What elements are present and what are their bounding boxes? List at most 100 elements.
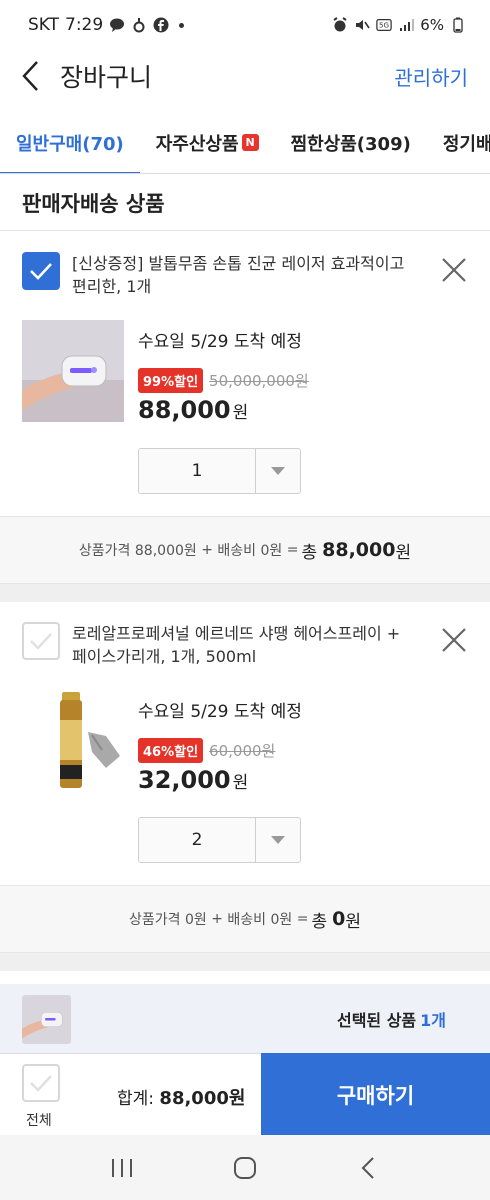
total-sum-label: 합계: <box>117 1089 155 1109</box>
manage-button[interactable]: 관리하기 <box>394 62 468 91</box>
discount-badge: 46%할인 <box>138 738 204 763</box>
summary-price-label: 상품가격 <box>78 543 131 559</box>
app-header: 장바구니 관리하기 <box>0 50 490 102</box>
currency-unit: 원 <box>232 403 249 423</box>
discount-badge: 99%할인 <box>138 368 204 393</box>
summary-shipping-label: 배송비 <box>217 543 257 559</box>
notification-icon <box>131 17 147 33</box>
check-icon <box>30 633 52 650</box>
battery-icon <box>450 17 466 33</box>
quantity-select[interactable]: 1 <box>138 448 301 494</box>
clock: 7:29 <box>65 15 104 35</box>
carrier-label: SKT <box>28 15 60 35</box>
total-sum: 합계: 88,000원 <box>117 1084 245 1110</box>
summary-shipping-value: 0원 <box>260 543 283 559</box>
summary-total-unit: 원 <box>345 911 361 932</box>
summary-shipping-value: 0원 <box>270 912 293 928</box>
selected-count-text: 선택된 상품 1개 <box>337 1007 446 1031</box>
item-name[interactable]: [신상증정] 발톱무좀 손톱 진균 레이저 효과적이고 편리한, 1개 <box>72 252 412 298</box>
item-checkbox[interactable] <box>22 622 60 660</box>
tab-wishlist[interactable]: 찜한상품(309) <box>275 112 427 173</box>
item-summary: 상품가격 88,000원 + 배송비 0원 = 총 88,000 원 <box>0 516 490 584</box>
hair-spray-image <box>22 690 124 792</box>
tab-label: 찜한상품(309) <box>290 133 411 155</box>
currency-unit: 원 <box>232 773 249 793</box>
recent-apps-button[interactable] <box>102 1148 142 1188</box>
product-thumbnail[interactable] <box>22 320 124 422</box>
alarm-icon <box>332 17 348 33</box>
tab-regular-purchase[interactable]: 일반구매(70) <box>0 112 140 173</box>
close-icon <box>442 258 466 282</box>
product-thumbnail[interactable] <box>22 690 124 792</box>
tab-frequent-products[interactable]: 자주산상품 N <box>140 112 275 173</box>
section-divider <box>0 953 490 971</box>
page-title: 장바구니 <box>60 63 153 92</box>
nail-laser-device-image <box>22 994 71 1044</box>
caret-down-icon <box>271 467 285 475</box>
svg-text:5G: 5G <box>379 21 389 30</box>
quantity-value: 1 <box>139 449 256 493</box>
remove-item-button[interactable] <box>440 626 468 654</box>
chevron-left-icon <box>22 61 38 91</box>
quantity-value: 2 <box>139 818 256 862</box>
cart-item: [신상증정] 발톱무좀 손톱 진균 레이저 효과적이고 편리한, 1개 수요일 … <box>0 232 490 516</box>
tab-label: 정기배송 <box>442 133 490 155</box>
original-price: 50,000,000원 <box>209 372 309 390</box>
sale-price: 88,000 원 <box>138 396 248 424</box>
summary-equals: = <box>286 542 299 558</box>
summary-plus: + <box>211 911 223 927</box>
summary-total-label: 총 <box>301 542 318 563</box>
home-button[interactable] <box>225 1148 265 1188</box>
nail-laser-device-image <box>22 320 124 422</box>
selected-label: 선택된 상품 <box>336 1011 417 1030</box>
tab-label: 자주산상품 <box>155 133 239 155</box>
back-button[interactable] <box>0 50 60 102</box>
sale-price-value: 32,000 <box>138 766 231 794</box>
close-icon <box>442 628 466 652</box>
mute-icon <box>354 17 370 33</box>
more-notifications-dot <box>179 22 185 28</box>
quantity-dropdown-button[interactable] <box>256 449 300 493</box>
summary-total-value: 88,000 <box>322 539 396 561</box>
summary-total-label: 총 <box>311 911 328 932</box>
delivery-date: 수요일 5/29 도착 예정 <box>138 702 302 722</box>
sale-price: 32,000 원 <box>138 766 248 794</box>
item-summary: 상품가격 0원 + 배송비 0원 = 총 0원 <box>0 885 490 953</box>
buy-button[interactable]: 구매하기 <box>261 1053 490 1136</box>
summary-total-value: 0 <box>332 908 346 930</box>
summary-price-label: 상품가격 <box>128 912 181 928</box>
recent-apps-icon <box>111 1158 132 1177</box>
quantity-select[interactable]: 2 <box>138 817 301 863</box>
summary-price-value: 0원 <box>184 912 207 928</box>
checkout-bar: 전체 합계: 88,000원 구매하기 <box>0 1053 490 1136</box>
summary-shipping-label: 배송비 <box>227 912 267 928</box>
selected-count: 1개 <box>420 1011 446 1030</box>
item-checkbox[interactable] <box>22 252 60 290</box>
total-sum-value: 88,000원 <box>159 1088 246 1109</box>
system-back-button[interactable] <box>348 1148 388 1188</box>
quantity-dropdown-button[interactable] <box>256 818 300 862</box>
cart-tabs: 일반구매(70) 자주산상품 N 찜한상품(309) 정기배송 <box>0 112 490 174</box>
home-icon <box>233 1156 256 1179</box>
cart-item: 로레알프로페셔널 에르네뜨 샤땡 헤어스프레이 + 페이스가리개, 1개, 50… <box>0 602 490 885</box>
signal-icon <box>398 17 415 33</box>
remove-item-button[interactable] <box>440 256 468 284</box>
battery-percent: 6% <box>420 16 444 34</box>
summary-plus: + <box>201 542 213 558</box>
select-all-checkbox[interactable] <box>22 1064 60 1102</box>
section-title: 판매자배송 상품 <box>0 175 490 231</box>
caret-down-icon <box>271 836 285 844</box>
back-arrow-icon <box>361 1156 375 1179</box>
tab-label: 일반구매(70) <box>16 133 124 155</box>
new-badge: N <box>241 134 259 151</box>
select-all-label: 전체 <box>26 1113 52 1129</box>
tab-subscription[interactable]: 정기배송 <box>427 112 490 173</box>
status-bar: SKT 7:29 5G 6% <box>0 0 490 50</box>
summary-total-unit: 원 <box>395 542 412 563</box>
5g-icon: 5G <box>376 17 392 33</box>
summary-equals: = <box>296 911 309 927</box>
sale-price-value: 88,000 <box>138 396 231 424</box>
delivery-date: 수요일 5/29 도착 예정 <box>138 332 302 352</box>
selected-items-strip[interactable]: 선택된 상품 1개 <box>0 984 490 1054</box>
item-name[interactable]: 로레알프로페셔널 에르네뜨 샤땡 헤어스프레이 + 페이스가리개, 1개, 50… <box>72 622 412 668</box>
